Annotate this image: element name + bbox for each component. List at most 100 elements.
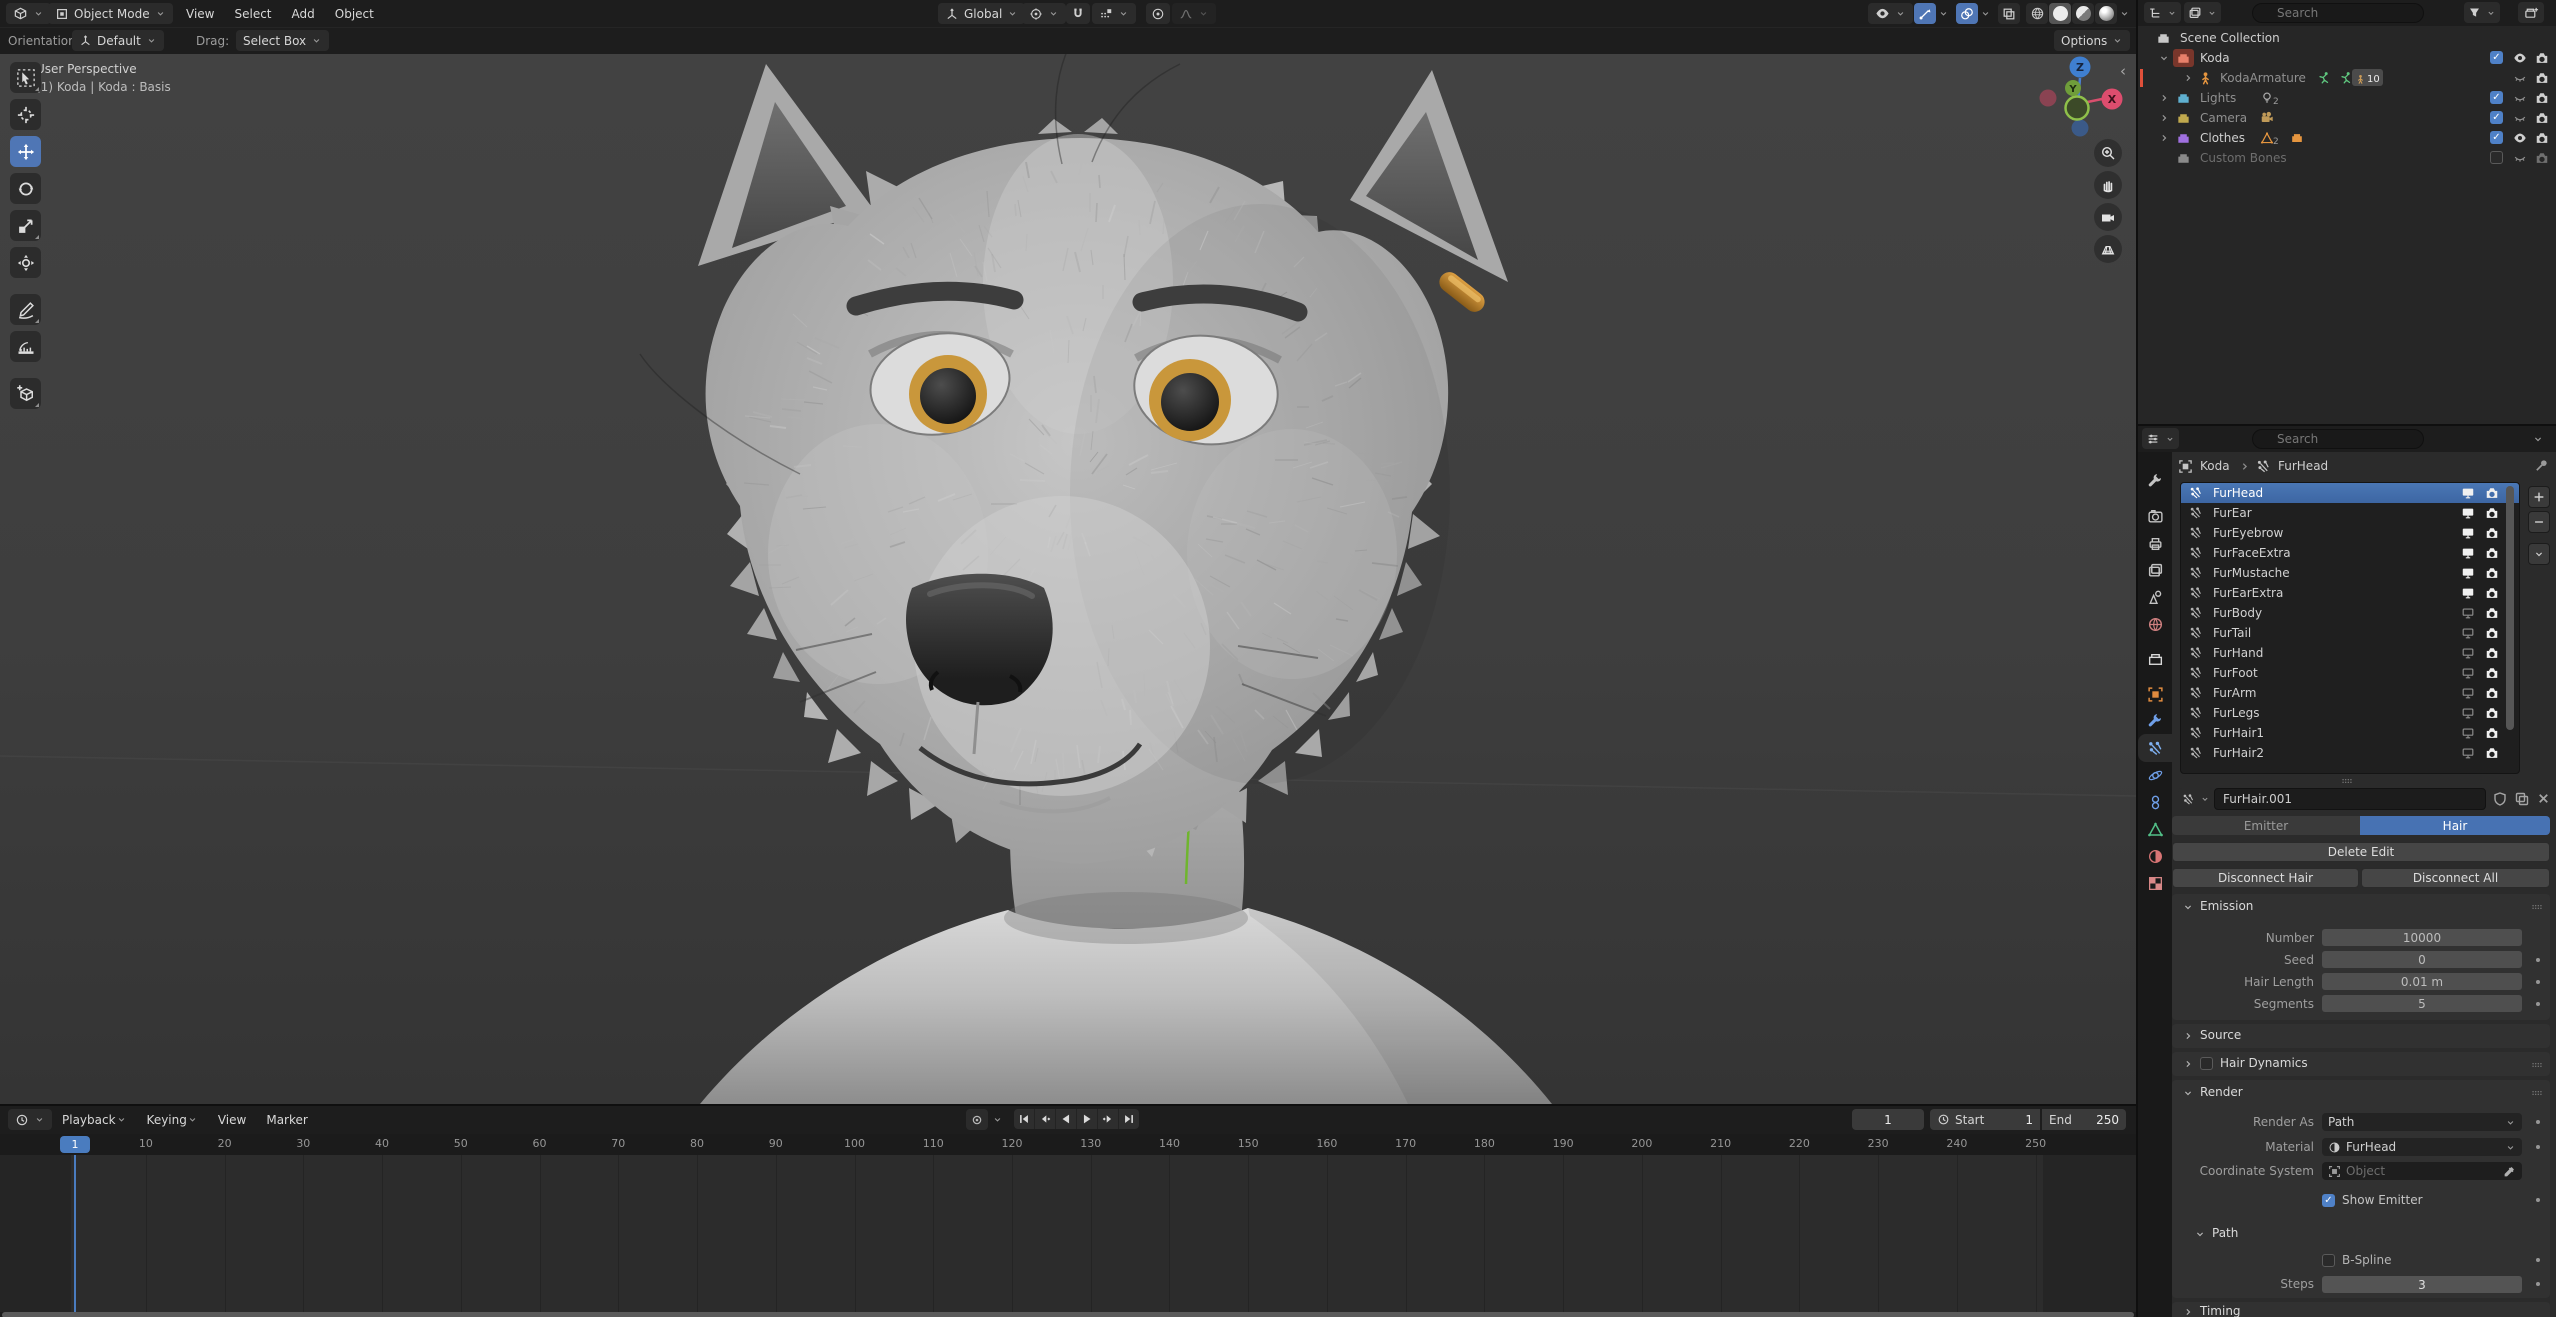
emission-title[interactable]: Emission bbox=[2200, 899, 2253, 913]
rotate-tool[interactable] bbox=[10, 173, 41, 204]
display-toggle-icon[interactable] bbox=[2461, 746, 2475, 760]
timing-panel[interactable]: Timing bbox=[2172, 1302, 2550, 1317]
play-button[interactable] bbox=[1077, 1109, 1097, 1129]
menu-view[interactable]: View bbox=[208, 1109, 256, 1130]
jump-to-start-button[interactable] bbox=[1014, 1109, 1034, 1129]
eye-open-icon[interactable] bbox=[2513, 51, 2527, 65]
render-toggle-icon[interactable] bbox=[2485, 566, 2499, 580]
camera-restrict-icon[interactable] bbox=[2535, 91, 2549, 105]
animate-dot[interactable] bbox=[2536, 980, 2540, 984]
render-toggle-icon[interactable] bbox=[2485, 666, 2499, 680]
play-reverse-button[interactable] bbox=[1056, 1109, 1076, 1129]
outliner-item-label[interactable]: Scene Collection bbox=[2180, 31, 2280, 45]
shading-wireframe-button[interactable] bbox=[2026, 3, 2048, 24]
tab-render[interactable] bbox=[2138, 502, 2172, 530]
breadcrumb-item[interactable]: FurHead bbox=[2278, 459, 2328, 473]
particle-system-row[interactable]: FurHand bbox=[2181, 643, 2519, 663]
menu-select[interactable]: Select bbox=[224, 3, 281, 24]
outliner-item-label[interactable]: KodaArmature bbox=[2220, 71, 2306, 85]
display-toggle-icon[interactable] bbox=[2461, 726, 2475, 740]
field-segments[interactable]: 5 bbox=[2322, 995, 2522, 1012]
zoom-button[interactable] bbox=[2094, 139, 2122, 167]
snap-toggle[interactable] bbox=[1066, 3, 1090, 24]
steps-slider[interactable]: 3 bbox=[2322, 1276, 2522, 1293]
outliner-item-label[interactable]: Clothes bbox=[2200, 131, 2245, 145]
delete-edit-button[interactable]: Delete Edit bbox=[2172, 842, 2550, 862]
camera-restrict-icon[interactable] bbox=[2535, 51, 2549, 65]
camera-restrict-icon[interactable] bbox=[2535, 111, 2549, 125]
tab-scene[interactable] bbox=[2138, 583, 2172, 611]
datablock-name-field[interactable]: FurHair.001 bbox=[2214, 788, 2486, 810]
camera-restrict-icon[interactable] bbox=[2535, 151, 2549, 165]
transform-tool[interactable] bbox=[10, 247, 41, 278]
visibility-checkbox[interactable]: ✓ bbox=[2490, 111, 2503, 124]
particle-system-row[interactable]: FurHair1 bbox=[2181, 723, 2519, 743]
particle-system-row[interactable]: FurTail bbox=[2181, 623, 2519, 643]
outliner-item-label[interactable]: Camera bbox=[2200, 111, 2247, 125]
emitter-toggle-button[interactable]: Emitter bbox=[2172, 816, 2360, 835]
render-toggle-icon[interactable] bbox=[2485, 686, 2499, 700]
jump-to-end-button[interactable] bbox=[1119, 1109, 1139, 1129]
display-toggle-icon[interactable] bbox=[2461, 626, 2475, 640]
render-toggle-icon[interactable] bbox=[2485, 626, 2499, 640]
outliner-row-kodaarmature[interactable]: KodaArmature 10 bbox=[2138, 68, 2556, 88]
render-as-dropdown[interactable]: Path bbox=[2322, 1113, 2522, 1131]
display-toggle-icon[interactable] bbox=[2461, 526, 2475, 540]
camera-view-button[interactable] bbox=[2094, 203, 2122, 231]
tab-texture[interactable] bbox=[2138, 869, 2172, 897]
tab-constraints[interactable] bbox=[2138, 788, 2172, 816]
mode-selector[interactable]: Object Mode bbox=[48, 3, 173, 24]
render-toggle-icon[interactable] bbox=[2485, 746, 2499, 760]
render-toggle-icon[interactable] bbox=[2485, 706, 2499, 720]
render-toggle-icon[interactable] bbox=[2485, 726, 2499, 740]
timeline-ruler[interactable]: 10 20 30 40 50 60 70 80 90 100 110 120 130 140 150 160 1… bbox=[0, 1134, 2136, 1155]
display-toggle-icon[interactable] bbox=[2461, 686, 2475, 700]
hair-toggle-button[interactable]: Hair bbox=[2360, 816, 2550, 835]
panel-grip-icon[interactable] bbox=[2530, 1086, 2544, 1100]
disconnect-hair-button[interactable]: Disconnect Hair bbox=[2172, 868, 2359, 888]
display-toggle-icon[interactable] bbox=[2461, 706, 2475, 720]
drag-selector[interactable]: Select Box bbox=[236, 30, 330, 51]
display-toggle-icon[interactable] bbox=[2461, 586, 2475, 600]
breadcrumb-object[interactable]: Koda bbox=[2200, 459, 2230, 473]
chevron-down-icon[interactable] bbox=[2182, 901, 2194, 913]
b-spline-checkbox[interactable] bbox=[2322, 1254, 2335, 1267]
cursor-tool[interactable] bbox=[10, 99, 41, 130]
measure-tool[interactable] bbox=[10, 331, 41, 362]
annotate-tool[interactable] bbox=[10, 294, 41, 325]
gizmo-dropdown-icon[interactable] bbox=[1938, 8, 1949, 19]
tab-particles[interactable] bbox=[2138, 734, 2172, 762]
tab-physics[interactable] bbox=[2138, 761, 2172, 789]
pan-button[interactable] bbox=[2094, 171, 2122, 199]
viewport-canvas[interactable]: User Perspective (1) Koda | Koda : Basis… bbox=[0, 54, 2136, 1104]
hair-dynamics-panel[interactable]: Hair Dynamics bbox=[2172, 1052, 2550, 1076]
animate-dot[interactable] bbox=[2536, 958, 2540, 962]
particle-settings-selector[interactable] bbox=[2178, 788, 2214, 810]
tab-output[interactable] bbox=[2138, 529, 2172, 557]
animate-dot[interactable] bbox=[2536, 1002, 2540, 1006]
eyedropper-icon[interactable] bbox=[2503, 1165, 2516, 1178]
render-toggle-icon[interactable] bbox=[2485, 586, 2499, 600]
menu-playback[interactable]: Playback bbox=[52, 1109, 137, 1130]
playhead-line[interactable] bbox=[73, 1155, 76, 1312]
tab-object-data[interactable] bbox=[2138, 815, 2172, 843]
eye-closed-icon[interactable] bbox=[2513, 151, 2527, 165]
unlink-datablock-icon[interactable] bbox=[2536, 791, 2551, 806]
sidebar-collapse-arrow[interactable]: ‹ bbox=[2120, 62, 2126, 80]
particle-system-row[interactable]: FurFaceExtra bbox=[2181, 543, 2519, 563]
outliner-editor-type-button[interactable] bbox=[2144, 2, 2181, 23]
timeline-scrollbar[interactable] bbox=[2, 1312, 2134, 1317]
visibility-checkbox[interactable]: ✓ bbox=[2490, 91, 2503, 104]
duplicate-datablock-icon[interactable] bbox=[2514, 791, 2530, 807]
chevron-down-icon[interactable] bbox=[2182, 1087, 2194, 1099]
tab-object[interactable] bbox=[2138, 680, 2172, 708]
particle-system-row[interactable]: FurLegs bbox=[2181, 703, 2519, 723]
xray-toggle[interactable] bbox=[1998, 3, 2020, 24]
render-toggle-icon[interactable] bbox=[2485, 486, 2499, 500]
tab-modifiers[interactable] bbox=[2138, 707, 2172, 735]
particle-system-row[interactable]: FurHead bbox=[2181, 483, 2519, 503]
outliner-row-lights[interactable]: Lights 2 ✓ bbox=[2138, 88, 2556, 108]
shading-material-button[interactable] bbox=[2072, 3, 2094, 24]
tab-collection[interactable] bbox=[2138, 645, 2172, 673]
particle-specials-button[interactable] bbox=[2528, 543, 2550, 565]
